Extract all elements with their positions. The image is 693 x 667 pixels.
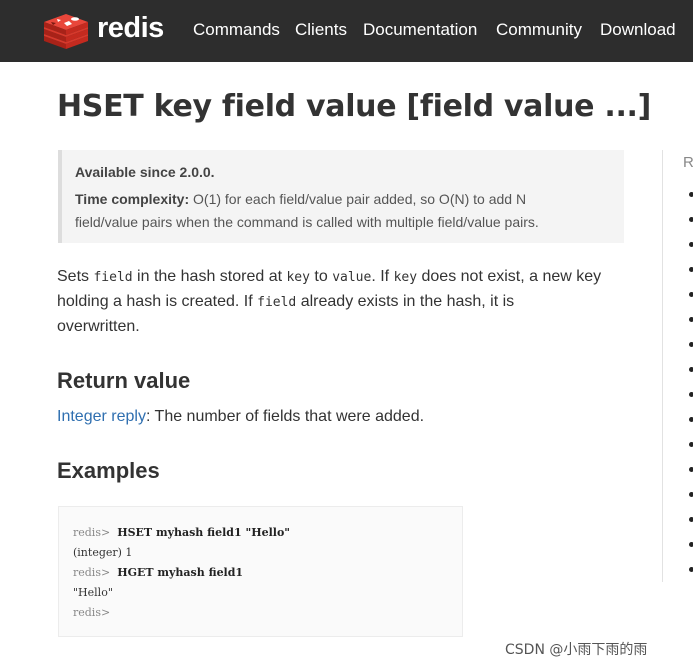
code-field: field	[257, 295, 297, 310]
sidebar-list-item[interactable]	[689, 392, 693, 397]
description-line-1: Sets field in the hash stored at key to …	[57, 268, 601, 286]
description-line-2: holding a hash is created. If field alre…	[57, 293, 514, 311]
example-line: (integer) 1	[73, 546, 132, 559]
description-text: Sets	[57, 268, 94, 285]
related-commands-sidebar: R	[662, 150, 693, 582]
code-value: value	[332, 270, 372, 285]
sidebar-list-item[interactable]	[689, 292, 693, 297]
nav-download[interactable]: Download	[600, 20, 676, 40]
description-text: holding a hash is created. If	[57, 293, 258, 310]
return-value-text: Integer reply: The number of fields that…	[57, 408, 424, 426]
console-command: HGET myhash field1	[117, 566, 244, 579]
sidebar-list-item[interactable]	[689, 242, 693, 247]
return-value-description: : The number of fields that were added.	[145, 408, 425, 425]
nav-commands[interactable]: Commands	[193, 20, 280, 40]
integer-reply-link[interactable]: Integer reply	[57, 408, 146, 425]
sidebar-list-item[interactable]	[689, 367, 693, 372]
available-since: Available since 2.0.0.	[75, 164, 215, 180]
description-text: to	[309, 268, 333, 285]
logo-wordmark: redis	[97, 12, 164, 44]
nav-documentation[interactable]: Documentation	[363, 20, 477, 40]
page-title: HSET key field value [field value ...]	[57, 89, 652, 124]
time-complexity-label: Time complexity:	[75, 191, 190, 207]
console-prompt: redis>	[73, 566, 111, 579]
sidebar-list-item[interactable]	[689, 567, 693, 572]
sidebar-list-item[interactable]	[689, 317, 693, 322]
code-field: field	[93, 270, 133, 285]
example-line: redis> HGET myhash field1	[73, 566, 243, 579]
csdn-watermark: CSDN @小雨下雨的雨	[505, 642, 648, 658]
sidebar-list-item[interactable]	[689, 442, 693, 447]
time-complexity-continued: field/value pairs when the command is ca…	[75, 214, 539, 230]
description-text: . If	[371, 268, 394, 285]
console-command: HSET myhash field1 "Hello"	[117, 526, 291, 539]
code-key: key	[393, 270, 418, 285]
sidebar-list-item[interactable]	[689, 467, 693, 472]
sidebar-list-item[interactable]	[689, 267, 693, 272]
example-console[interactable]: redis> HSET myhash field1 "Hello" (integ…	[58, 506, 463, 637]
description-text: does not exist, a new key	[417, 268, 602, 285]
sidebar-list-item[interactable]	[689, 492, 693, 497]
console-prompt: redis>	[73, 526, 111, 539]
sidebar-list-item[interactable]	[689, 192, 693, 197]
code-key: key	[286, 270, 310, 285]
console-output: (integer) 1	[73, 546, 133, 559]
available-since-label: Available since 2.0.0.	[75, 164, 215, 180]
sidebar-list-item[interactable]	[689, 542, 693, 547]
console-prompt: redis>	[73, 606, 111, 619]
example-line[interactable]: redis>	[73, 606, 110, 619]
redis-logo[interactable]: redis	[42, 10, 172, 52]
sidebar-list-item[interactable]	[689, 417, 693, 422]
description-text: in the hash stored at	[132, 268, 287, 285]
command-info-box: Available since 2.0.0. Time complexity: …	[58, 150, 624, 243]
example-line: "Hello"	[73, 586, 113, 599]
sidebar-list-item[interactable]	[689, 217, 693, 222]
nav-clients[interactable]: Clients	[295, 20, 347, 40]
example-line: redis> HSET myhash field1 "Hello"	[73, 526, 290, 539]
sidebar-list-item[interactable]	[689, 517, 693, 522]
description-text: already exists in the hash, it is	[296, 293, 515, 310]
nav-community[interactable]: Community	[496, 20, 582, 40]
return-value-heading: Return value	[57, 368, 191, 393]
console-output: "Hello"	[73, 586, 113, 599]
description-line-3: overwritten.	[57, 318, 140, 335]
sidebar-list-item[interactable]	[689, 342, 693, 347]
time-complexity-text: O(1) for each field/value pair added, so…	[193, 191, 527, 207]
time-complexity: Time complexity: O(1) for each field/val…	[75, 191, 526, 207]
redis-cube-icon	[44, 14, 88, 49]
top-navbar: redis Commands Clients Documentation Com…	[0, 0, 693, 62]
sidebar-heading: R	[683, 154, 693, 171]
examples-heading: Examples	[57, 458, 160, 483]
